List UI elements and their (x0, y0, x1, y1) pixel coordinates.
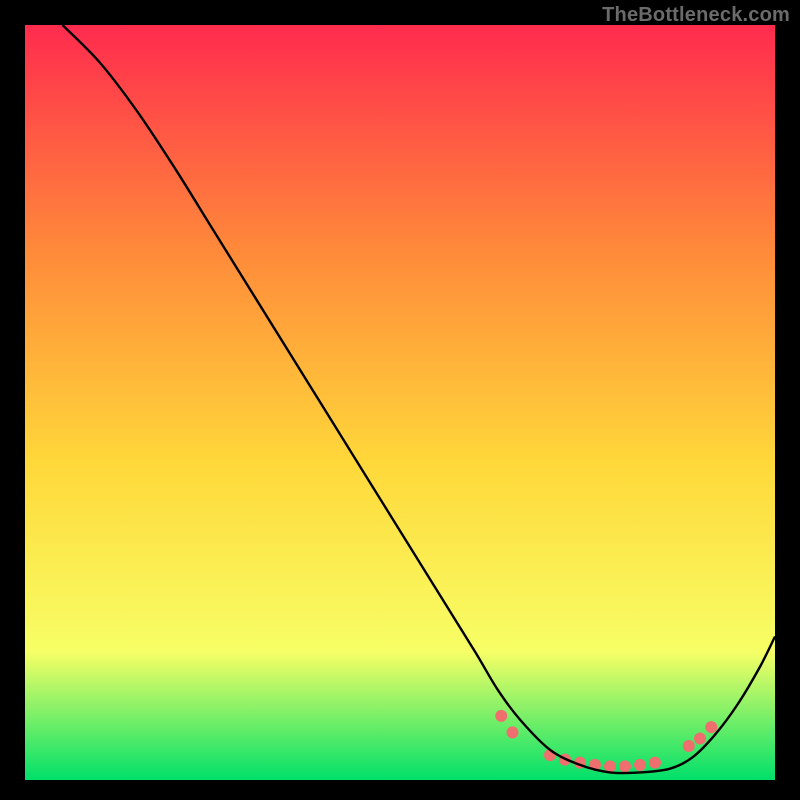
highlight-dot (495, 710, 507, 722)
highlight-dot (683, 740, 695, 752)
chart-stage: TheBottleneck.com (0, 0, 800, 800)
highlight-dot (649, 757, 661, 769)
highlight-dot (604, 760, 616, 772)
plot-area (25, 25, 775, 780)
highlight-dot (634, 759, 646, 771)
watermark-text: TheBottleneck.com (602, 4, 790, 27)
gradient-background (25, 25, 775, 780)
chart-svg (25, 25, 775, 780)
highlight-dot (507, 726, 519, 738)
highlight-dot (619, 760, 631, 772)
highlight-dot (694, 732, 706, 744)
highlight-dot (705, 721, 717, 733)
